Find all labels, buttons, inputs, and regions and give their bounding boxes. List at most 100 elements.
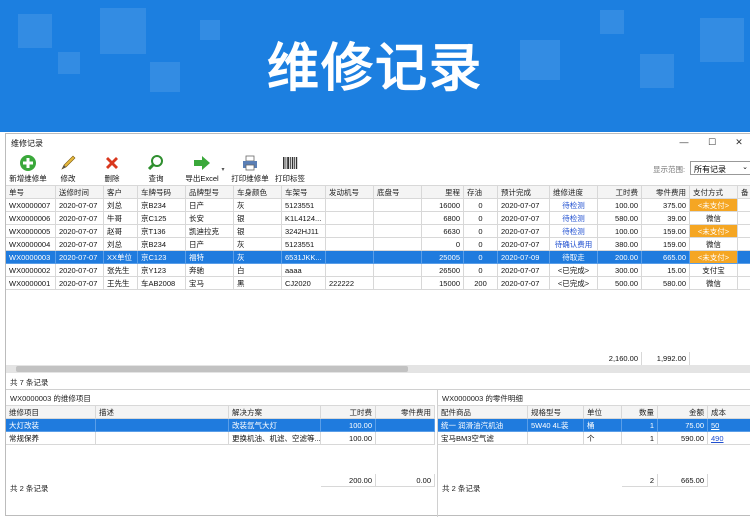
close-button[interactable]: ✕ <box>726 134 750 151</box>
table-cell: WX0000001 <box>6 277 56 290</box>
table-cell: 灰 <box>234 238 282 251</box>
table-cell: K1L4124... <box>282 212 326 225</box>
table-cell: 100.00 <box>598 199 642 212</box>
column-header[interactable]: 底盘号 <box>374 186 422 199</box>
table-cell: 2020-07-07 <box>498 212 550 225</box>
table-cell <box>738 199 750 212</box>
column-header[interactable]: 预计完成 <box>498 186 550 199</box>
table-cell: 2020-07-07 <box>56 212 104 225</box>
column-header[interactable]: 单位 <box>584 406 622 419</box>
column-header[interactable]: 品牌型号 <box>186 186 234 199</box>
total-cell: 2 <box>622 474 658 487</box>
table-cell: 统一 润滑油汽机油 <box>438 419 528 432</box>
parts-record-count: 共 2 条记录 <box>442 484 481 493</box>
table-cell: 支付宝 <box>690 264 738 277</box>
column-header[interactable]: 成本 <box>708 406 750 419</box>
table-row[interactable]: 常规保养 更换机油、机滤、空滤等... 100.00 <box>6 432 435 445</box>
search-button[interactable]: 查询 <box>141 152 171 185</box>
table-cell <box>326 238 374 251</box>
window-title: 维修记录 <box>11 139 43 148</box>
table-cell: 580.00 <box>642 277 690 290</box>
table-cell: WX0000005 <box>6 225 56 238</box>
table-cell <box>96 432 229 445</box>
column-header[interactable]: 客户 <box>104 186 138 199</box>
column-header[interactable]: 维修进度 <box>550 186 598 199</box>
table-cell: CJ2020 <box>282 277 326 290</box>
table-cell: <已完成> <box>550 277 598 290</box>
column-header[interactable]: 数量 <box>622 406 658 419</box>
column-header[interactable]: 送修时间 <box>56 186 104 199</box>
range-select[interactable]: 所有记录 ⌄ <box>690 161 750 175</box>
table-cell: 0 <box>464 238 498 251</box>
table-cell: 1 <box>622 419 658 432</box>
column-header[interactable]: 零件费用 <box>376 406 435 419</box>
column-header[interactable]: 金额 <box>658 406 708 419</box>
table-cell <box>376 419 435 432</box>
table-row[interactable]: WX0000002 2020-07-07 张先生 京Y123 奔驰白 aaaa 26500 0… <box>6 264 750 277</box>
table-cell: 奔驰 <box>186 264 234 277</box>
horizontal-scrollbar[interactable] <box>6 365 750 373</box>
table-cell: WX0000006 <box>6 212 56 225</box>
column-header[interactable]: 支付方式 <box>690 186 738 199</box>
column-header[interactable]: 零件费用 <box>642 186 690 199</box>
print-label-button[interactable]: 打印标签 <box>272 152 308 185</box>
table-cell: 京C125 <box>138 212 186 225</box>
table-row[interactable]: WX0000004 2020-07-07 刘总 京B234 日产灰 5123551 0 0 20… <box>6 238 750 251</box>
total-cell: 200.00 <box>321 474 376 487</box>
table-row[interactable]: 统一 润滑油汽机油 5W40 4L装桶 1 75.00 50 <box>438 419 750 432</box>
table-cell: WX0000004 <box>6 238 56 251</box>
repair-orders-grid: 单号 送修时间 客户 车牌号码 品牌型号 车身颜色 车架号 发动机号 底盘号 里程 存油 预计完成 维修… <box>6 185 750 365</box>
delete-button[interactable]: 删除 <box>97 152 127 185</box>
range-label: 显示范围: <box>653 165 686 174</box>
table-cell: 张先生 <box>104 264 138 277</box>
table-row[interactable]: 宝马BM3空气滤 个 1 590.00 490 <box>438 432 750 445</box>
table-row[interactable]: WX0000006 2020-07-07 牛哥 京C125 长安银 K1L4124... 6… <box>6 212 750 225</box>
add-order-button[interactable]: 新增维修单 <box>8 152 48 185</box>
column-header[interactable]: 工时费 <box>598 186 642 199</box>
table-cell <box>738 264 750 277</box>
minimize-button[interactable]: — <box>671 134 697 151</box>
table-row[interactable]: 大灯改装 改装氙气大灯 100.00 <box>6 419 435 432</box>
edit-button[interactable]: 修改 <box>53 152 83 185</box>
table-cell <box>96 419 229 432</box>
column-header[interactable]: 配件商品 <box>438 406 528 419</box>
table-cell: 6800 <box>422 212 464 225</box>
table-cell: 3242HJ11 <box>282 225 326 238</box>
column-header[interactable]: 工时费 <box>321 406 376 419</box>
table-row[interactable]: WX0000003 2020-07-07 XX单位 京C123 福特灰 6531JKK..… <box>6 251 750 264</box>
column-header[interactable]: 描述 <box>96 406 229 419</box>
column-header[interactable]: 规格型号 <box>528 406 584 419</box>
header-row: 单号 送修时间 客户 车牌号码 品牌型号 车身颜色 车架号 发动机号 底盘号 里程 存油 预计完成 维修… <box>6 186 750 199</box>
table-cell: 黑 <box>234 277 282 290</box>
print-order-button[interactable]: 打印维修单 <box>228 152 272 185</box>
table-cell: 5123551 <box>282 199 326 212</box>
table-cell: 2020-07-07 <box>56 238 104 251</box>
header-row: 维修项目 描述 解决方案 工时费 零件费用 <box>6 406 435 419</box>
column-header[interactable]: 车架号 <box>282 186 326 199</box>
table-row[interactable]: WX0000001 2020-07-07 王先生 车AB2008 宝马黑 CJ2020 22… <box>6 277 750 290</box>
column-header[interactable]: 里程 <box>422 186 464 199</box>
column-header[interactable]: 单号 <box>6 186 56 199</box>
maximize-button[interactable]: ☐ <box>699 134 725 151</box>
export-dropdown-arrow[interactable]: ▾ <box>219 166 227 174</box>
banner-title: 维修记录 <box>266 39 483 99</box>
column-header[interactable]: 车牌号码 <box>138 186 186 199</box>
table-cell <box>374 212 422 225</box>
table-cell <box>326 212 374 225</box>
column-header[interactable]: 存油 <box>464 186 498 199</box>
main-record-count: 共 7 条记录 <box>10 378 49 387</box>
repair-items-grid: 维修项目 描述 解决方案 工时费 零件费用 大灯改装 改装氙气大灯 100.00 常规保养 更换机… <box>6 405 435 501</box>
total-cell: 1,992.00 <box>642 352 690 365</box>
column-header[interactable]: 解决方案 <box>229 406 321 419</box>
table-row[interactable]: WX0000005 2020-07-07 赵哥 京T136 凯迪拉克银 3242HJ11 6… <box>6 225 750 238</box>
table-cell: 宝马 <box>186 277 234 290</box>
table-cell: aaaa <box>282 264 326 277</box>
arrow-right-icon <box>193 154 211 172</box>
column-header[interactable]: 维修项目 <box>6 406 96 419</box>
column-header[interactable]: 备 <box>738 186 750 199</box>
column-header[interactable]: 发动机号 <box>326 186 374 199</box>
column-header[interactable]: 车身颜色 <box>234 186 282 199</box>
table-row[interactable]: WX0000007 2020-07-07 刘总 京B234 日产灰 5123551 1600… <box>6 199 750 212</box>
toolbar: 新增维修单 修改 删除 查询 导出Excel ▾ 打印维修单 打印标签 显示范围… <box>6 152 750 185</box>
table-cell: <已完成> <box>550 264 598 277</box>
